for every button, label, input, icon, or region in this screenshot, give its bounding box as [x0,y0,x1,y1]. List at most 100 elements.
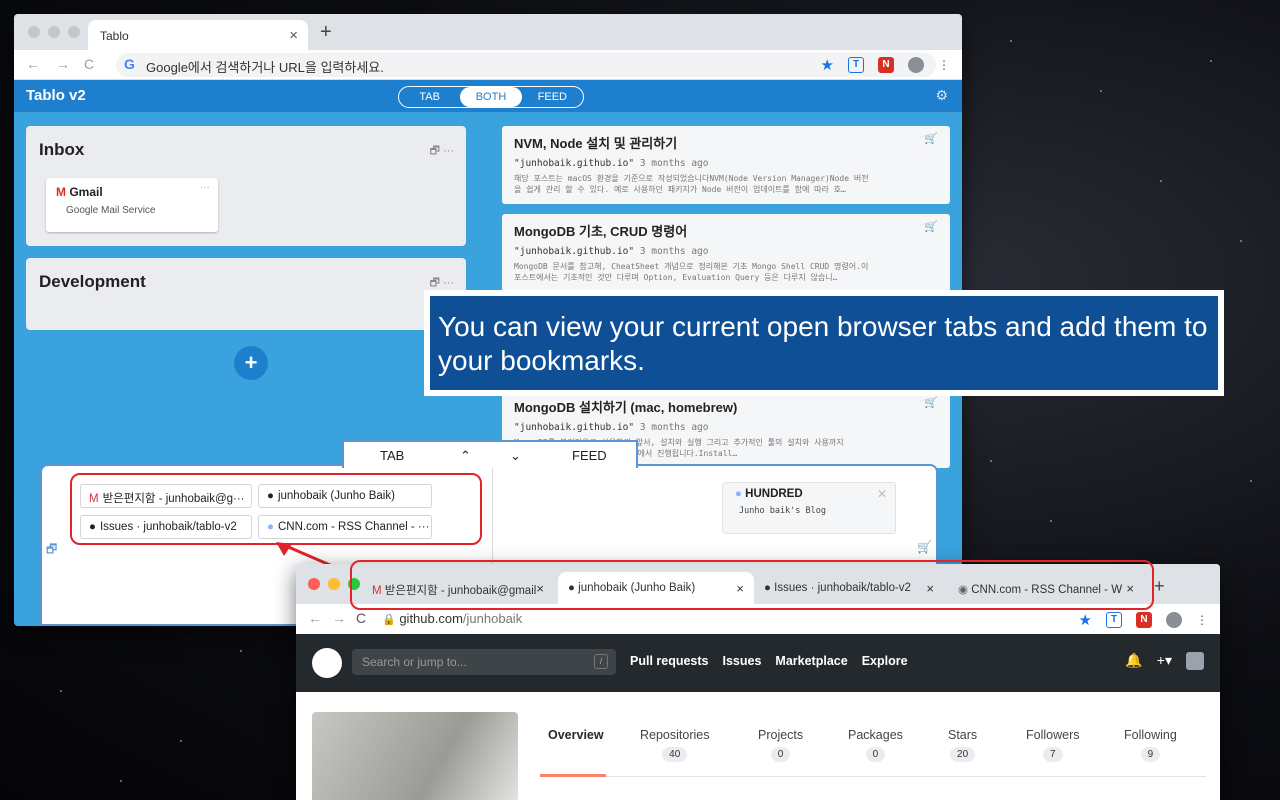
search-placeholder: Search or jump to... [362,655,467,669]
forward-icon[interactable]: → [332,610,346,626]
star [1050,520,1052,522]
tablo-extension-icon[interactable]: T [848,57,864,73]
tab-following[interactable]: Following 9 [1124,728,1177,762]
feed-item-time: 3 months ago [639,422,709,433]
profile-avatar-icon[interactable] [908,57,924,73]
add-to-board-icon[interactable]: 🛒 [924,220,938,233]
tab-repositories[interactable]: Repositories 40 [640,728,709,762]
close-window-dot[interactable] [28,26,40,38]
tab-strip: Tablo × + [14,14,962,50]
bookmark-star-icon[interactable]: ★ [821,56,834,74]
star [1010,40,1012,42]
feed-item[interactable]: NVM, Node 설치 및 관리하기 "junhobaik.github.io… [502,126,950,204]
tab-projects[interactable]: Projects 0 [758,728,803,762]
minimize-window-dot[interactable] [48,26,60,38]
bookmark-card-gmail[interactable]: M Gmail Google Mail Service ··· [46,178,218,232]
new-tab-icon[interactable]: + [320,21,332,44]
feed-item-desc: MongoDB 문서를 참고해, CheatSheet 개념으로 정리해본 기초… [514,262,869,271]
card-title: Gmail [69,185,103,199]
mode-tab[interactable]: TAB [399,87,460,107]
back-icon[interactable]: ← [26,56,40,72]
drawer-cart-icon[interactable]: 🛒 [917,540,932,554]
add-to-board-icon[interactable]: 🛒 [924,396,938,409]
profile-photo [312,712,518,800]
drawer-tab-label[interactable]: TAB [380,448,404,463]
github-search-input[interactable]: Search or jump to... / [352,649,616,675]
minimize-window-dot[interactable] [328,578,340,590]
n-extension-icon[interactable]: N [878,57,894,73]
kebab-menu-icon[interactable]: ⋮ [938,58,950,72]
mode-both[interactable]: BOTH [460,87,522,107]
omnibox-placeholder: Google에서 검색하거나 URL을 입력하세요. [146,60,384,75]
star [1210,60,1212,62]
tab-followers[interactable]: Followers 7 [1026,728,1080,762]
maximize-window-dot[interactable] [68,26,80,38]
nav-pull-requests[interactable]: Pull requests [630,654,709,668]
feed-item[interactable]: MongoDB 기초, CRUD 명령어 "junhobaik.github.i… [502,214,950,292]
browser-tab-tablo[interactable]: Tablo × [88,20,308,50]
nav-marketplace[interactable]: Marketplace [775,654,847,668]
profile-avatar-icon[interactable] [1166,612,1182,628]
bookmark-star-icon[interactable]: ★ [1079,611,1092,629]
omnibox[interactable]: 🔒 github.com/junhobaik [382,608,1172,630]
reload-icon[interactable]: C [356,610,366,626]
reload-icon[interactable]: C [84,56,94,72]
user-avatar-icon[interactable] [1186,652,1204,670]
tutorial-tooltip: You can view your current open browser t… [424,290,1224,396]
feed-site-card[interactable]: ● HUNDRED Junho baik's Blog ✕ [722,482,896,534]
card-menu-icon[interactable]: ··· [200,182,210,193]
drawer-window-icon[interactable]: 🗗 [46,540,57,561]
feed-item-time: 3 months ago [639,158,709,169]
n-extension-icon[interactable]: N [1136,612,1152,628]
view-mode-switch[interactable]: TAB BOTH FEED [398,86,584,108]
board-menu-icon[interactable]: 🗗 ··· [430,142,454,161]
kebab-menu-icon[interactable]: ⋮ [1196,613,1208,627]
site-icon: ● [735,488,742,500]
collapse-icon[interactable]: ⌃ [460,448,471,464]
new-tab-icon[interactable]: + [1154,576,1165,597]
add-board-button[interactable]: + [234,346,268,380]
nav-issues[interactable]: Issues [723,654,762,668]
board-development: Development 🗗 ··· [26,258,466,330]
star [120,780,122,782]
expand-icon[interactable]: ⌄ [510,448,521,464]
gmail-icon: M [56,185,66,199]
feed-item-desc: 해당 포스트는 macOS 환경을 기준으로 작성되었습니다NVM(Node V… [514,174,869,183]
tablo-extension-icon[interactable]: T [1106,612,1122,628]
close-window-dot[interactable] [308,578,320,590]
github-header-actions: 🔔 +▾ [1125,652,1204,670]
tab-stars[interactable]: Stars 20 [948,728,977,762]
drawer-feed-label[interactable]: FEED [572,448,607,463]
omnibox[interactable]: G Google에서 검색하거나 URL을 입력하세요. [116,53,936,77]
plus-dropdown-icon[interactable]: +▾ [1157,652,1172,670]
tooltip-text: You can view your current open browser t… [430,296,1218,390]
close-tab-icon[interactable]: × [289,27,298,44]
tab-packages[interactable]: Packages 0 [848,728,903,762]
back-icon[interactable]: ← [308,610,322,626]
bell-icon[interactable]: 🔔 [1125,652,1142,670]
github-logo-icon[interactable] [312,648,342,678]
add-to-board-icon[interactable]: 🛒 [924,132,938,145]
mode-feed[interactable]: FEED [522,87,583,107]
feed-item-source: "junhobaik.github.io" [514,422,635,433]
tab-title: Tablo [100,29,129,43]
feed-item-title: NVM, Node 설치 및 관리하기 [514,136,678,151]
app-title: Tablo v2 [26,87,86,104]
address-bar: ← → C G Google에서 검색하거나 URL을 입력하세요. ★ T N… [14,50,962,80]
feed-item-title: MongoDB 기초, CRUD 명령어 [514,224,688,239]
star [180,740,182,742]
forward-icon[interactable]: → [56,56,70,72]
remove-site-icon[interactable]: ✕ [877,487,887,501]
star [1100,90,1102,92]
feed-site-title: HUNDRED [745,488,803,500]
gear-icon[interactable]: ⚙ [935,87,948,104]
window-controls [28,26,80,38]
feed-item-title: MongoDB 설치하기 (mac, homebrew) [514,400,738,415]
google-icon: G [124,56,135,72]
github-header: Search or jump to... / Pull requests Iss… [296,634,1220,692]
slash-shortcut-icon: / [594,654,608,669]
drawer-tabs: TAB ⌃ ⌄ FEED [342,440,638,468]
tab-overview[interactable]: Overview [548,728,604,742]
url-path: /junhobaik [462,611,523,626]
nav-explore[interactable]: Explore [862,654,908,668]
